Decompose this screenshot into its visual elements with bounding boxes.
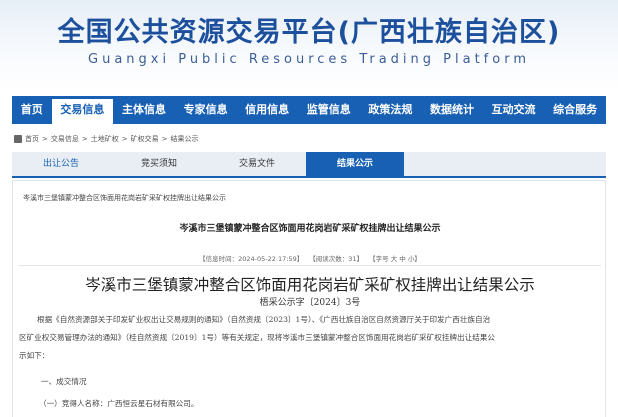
body-paragraph: 根据《自然资源部关于印发矿业权出让交易规则的通知》（自然资规〔2023〕1号）、… (37, 315, 491, 324)
article-views: 【阅读次数：31】 (309, 255, 364, 263)
body-paragraph: 示如下： (19, 351, 50, 360)
font-size-control[interactable]: 【字号 大 中 小】 (369, 255, 421, 263)
nav-item-credit-info[interactable]: 信用信息 (236, 96, 298, 124)
article-panel: 岑溪市三堡镇蒙冲整合区饰面用花岗岩矿采矿权挂牌出让结果公示 岑溪市三堡镇蒙冲整合… (12, 180, 606, 417)
section-heading: 一、成交情况 (41, 377, 87, 386)
site-subtitle: Guangxi Public Resources Trading Platfor… (88, 52, 530, 67)
nav-item-home[interactable]: 首页 (12, 96, 52, 124)
article-meta: 【信息时间：2024-05-22 17:59】 【阅读次数：31】 【字号 大 … (13, 253, 607, 263)
breadcrumb-trade-info[interactable]: 交易信息 (51, 134, 79, 144)
breadcrumb-mining-trade[interactable]: 矿权交易 (131, 134, 159, 144)
tab-bid-instructions[interactable]: 竞买须知 (110, 152, 208, 176)
breadcrumb-land-mining[interactable]: 土地矿权 (91, 134, 119, 144)
article-list-title: 岑溪市三堡镇蒙冲整合区饰面用花岗岩矿采矿权挂牌出让结果公示 (23, 194, 226, 202)
nav-item-policy[interactable]: 政策法规 (360, 96, 422, 124)
site-banner: 全国公共资源交易平台(广西壮族自治区) Guangxi Public Resou… (0, 0, 618, 92)
body-paragraph: 区矿业权交易管理办法的通知》（桂自然资规〔2019〕1号）等有关规定，现将岑溪市… (19, 333, 495, 342)
tab-result-notice[interactable]: 结果公示 (306, 152, 404, 176)
main-nav: 首页 交易信息 主体信息 专家信息 信用信息 监管信息 政策法规 数据统计 互动… (12, 96, 606, 124)
breadcrumb-separator: > (121, 135, 128, 143)
breadcrumb-separator: > (81, 135, 88, 143)
breadcrumb-separator: > (42, 135, 48, 143)
nav-item-services[interactable]: 综合服务 (544, 96, 606, 124)
nav-item-interaction[interactable]: 互动交流 (483, 96, 545, 124)
tab-trade-documents[interactable]: 交易文件 (208, 152, 306, 176)
article-title: 岑溪市三堡镇蒙冲整合区饰面用花岗岩矿采矿权挂牌出让结果公示 (179, 224, 441, 234)
article-time: 【信息时间：2024-05-22 17:59】 (199, 255, 304, 263)
breadcrumb: 首页 > 交易信息 > 土地矿权 > 矿权交易 > 结果公示 (14, 134, 199, 144)
nav-item-statistics[interactable]: 数据统计 (421, 96, 483, 124)
divider (19, 265, 601, 266)
document-number: 梧采公示字〔2024〕3号 (259, 298, 361, 308)
nav-item-expert-info[interactable]: 专家信息 (175, 96, 237, 124)
home-icon (14, 135, 22, 143)
document-title: 岑溪市三堡镇蒙冲整合区饰面用花岗岩矿采矿权挂牌出让结果公示 (85, 276, 535, 294)
breadcrumb-separator: > (161, 135, 168, 143)
nav-item-supervision-info[interactable]: 监管信息 (298, 96, 360, 124)
breadcrumb-home[interactable]: 首页 (25, 134, 39, 144)
breadcrumb-result[interactable]: 结果公示 (171, 134, 199, 144)
tab-transfer-notice[interactable]: 出让公告 (12, 152, 110, 176)
site-title: 全国公共资源交易平台(广西壮族自治区) (57, 17, 561, 48)
nav-item-entity-info[interactable]: 主体信息 (113, 96, 175, 124)
notice-tabs: 出让公告 竞买须知 交易文件 结果公示 (12, 152, 606, 178)
body-item: （一）竞得人名称：广西恒云星石材有限公司。 (39, 399, 199, 408)
nav-item-trade-info[interactable]: 交易信息 (51, 96, 114, 124)
